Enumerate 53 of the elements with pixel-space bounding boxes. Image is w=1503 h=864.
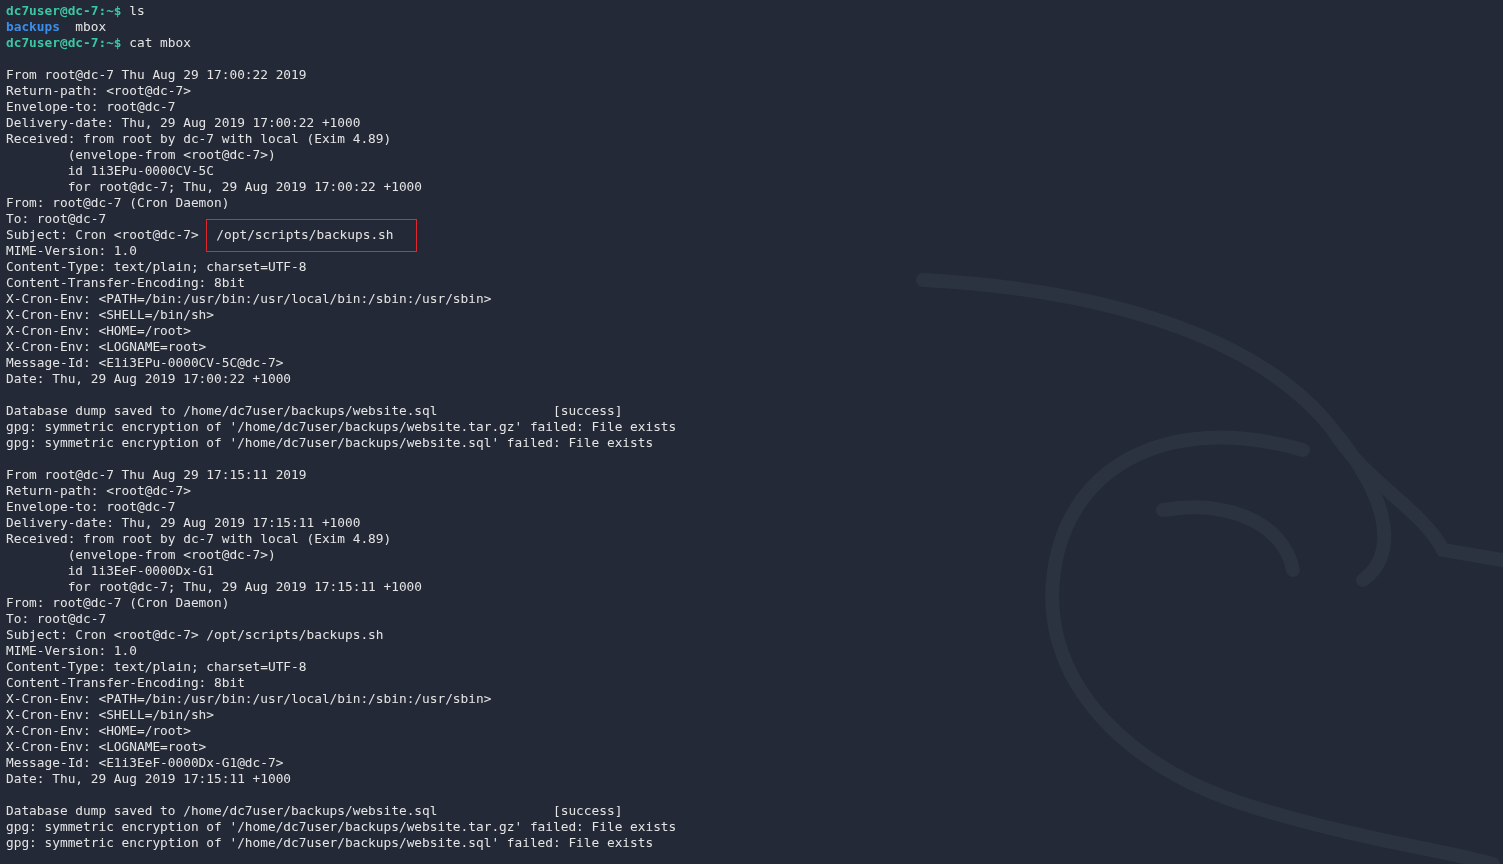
output-line: gpg: symmetric encryption of '/home/dc7user/backups/website.sql' failed: File exists — [6, 435, 654, 451]
output-line: X-Cron-Env: <HOME=/root> — [6, 723, 191, 739]
output-line: Date: Thu, 29 Aug 2019 17:15:11 +1000 — [6, 771, 292, 787]
output-line: gpg: symmetric encryption of '/home/dc7user/backups/website.tar.gz' failed: File exists — [6, 819, 677, 835]
output-line: From root@dc-7 Thu Aug 29 17:15:11 2019 — [6, 467, 307, 483]
directory-name: backups — [6, 19, 60, 35]
output-line: To: root@dc-7 — [6, 211, 107, 227]
output-line: To: root@dc-7 — [6, 611, 107, 627]
output-line: for root@dc-7; Thu, 29 Aug 2019 17:00:22 +1000 — [67, 179, 423, 195]
output-line: id 1i3EPu-0000CV-5C — [67, 163, 214, 179]
output-line: Envelope-to: root@dc-7 — [6, 499, 176, 515]
file-name: mbox — [75, 19, 107, 35]
output-line: Return-path: <root@dc-7> — [6, 483, 191, 499]
output-line: X-Cron-Env: <PATH=/bin:/usr/bin:/usr/local/bin:/sbin:/usr/sbin> — [6, 691, 492, 707]
output-line: Date: Thu, 29 Aug 2019 17:00:22 +1000 — [6, 371, 292, 387]
output-line: X-Cron-Env: <SHELL=/bin/sh> — [6, 707, 215, 723]
command-text: cat mbox — [128, 35, 191, 51]
output-line: From: root@dc-7 (Cron Daemon) — [6, 195, 230, 211]
output-line: Database dump saved to /home/dc7user/backups/website.sql [success] — [6, 403, 623, 419]
command-text: ls — [128, 3, 145, 19]
output-line: From root@dc-7 Thu Aug 29 17:00:22 2019 — [6, 67, 307, 83]
output-line: Received: from root by dc-7 with local (Exim 4.89) — [6, 531, 392, 547]
output-line: X-Cron-Env: <SHELL=/bin/sh> — [6, 307, 215, 323]
output-line: for root@dc-7; Thu, 29 Aug 2019 17:15:11 +1000 — [67, 579, 423, 595]
output-line: Database dump saved to /home/dc7user/backups/website.sql [success] — [6, 803, 623, 819]
output-line: Received: from root by dc-7 with local (Exim 4.89) — [6, 131, 392, 147]
output-line: Return-path: <root@dc-7> — [6, 83, 191, 99]
shell-prompt: dc7user@dc-7:~$ — [6, 3, 122, 19]
output-line: Message-Id: <E1i3EeF-0000Dx-G1@dc-7> — [6, 755, 284, 771]
output-line: X-Cron-Env: <PATH=/bin:/usr/bin:/usr/local/bin:/sbin:/usr/sbin> — [6, 291, 492, 307]
output-line: id 1i3EeF-0000Dx-G1 — [67, 563, 214, 579]
output-line: Delivery-date: Thu, 29 Aug 2019 17:00:22 +1000 — [6, 115, 361, 131]
output-line: X-Cron-Env: <LOGNAME=root> — [6, 339, 207, 355]
output-line: MIME-Version: 1.0 — [6, 243, 137, 259]
output-line: gpg: symmetric encryption of '/home/dc7user/backups/website.sql' failed: File exists — [6, 835, 654, 851]
output-line: Content-Type: text/plain; charset=UTF-8 — [6, 259, 307, 275]
shell-prompt: dc7user@dc-7:~$ — [6, 35, 122, 51]
output-line: X-Cron-Env: <HOME=/root> — [6, 323, 191, 339]
output-line: (envelope-from <root@dc-7>) — [67, 547, 276, 563]
output-line: Content-Transfer-Encoding: 8bit — [6, 675, 245, 691]
output-line: Content-Transfer-Encoding: 8bit — [6, 275, 245, 291]
highlighted-text: /opt/scripts/backups.sh — [206, 219, 417, 252]
output-line: Subject: Cron <root@dc-7> — [6, 227, 199, 243]
output-line: Subject: Cron <root@dc-7> /opt/scripts/backups.sh — [6, 627, 384, 643]
output-line: Envelope-to: root@dc-7 — [6, 99, 176, 115]
output-line: Message-Id: <E1i3EPu-0000CV-5C@dc-7> — [6, 355, 284, 371]
output-line: (envelope-from <root@dc-7>) — [67, 147, 276, 163]
output-line: MIME-Version: 1.0 — [6, 643, 137, 659]
output-line: Content-Type: text/plain; charset=UTF-8 — [6, 659, 307, 675]
output-line: gpg: symmetric encryption of '/home/dc7user/backups/website.tar.gz' failed: File exists — [6, 419, 677, 435]
output-line: Delivery-date: Thu, 29 Aug 2019 17:15:11 +1000 — [6, 515, 361, 531]
output-line: X-Cron-Env: <LOGNAME=root> — [6, 739, 207, 755]
output-line: From: root@dc-7 (Cron Daemon) — [6, 595, 230, 611]
